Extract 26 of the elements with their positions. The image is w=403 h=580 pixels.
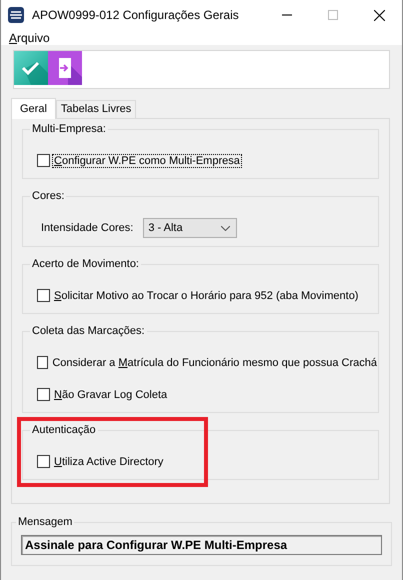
confirm-button[interactable]: [14, 51, 48, 85]
window-title: APOW0999-012 Configurações Gerais: [32, 8, 239, 22]
group-title: Multi-Empresa:: [30, 122, 108, 137]
checkbox-label[interactable]: Não Gravar Log Coleta: [53, 388, 168, 400]
checkbox-label[interactable]: Utiliza Active Directory: [53, 456, 164, 468]
group-title: Autenticação: [30, 423, 98, 438]
checkbox[interactable]: [37, 356, 48, 369]
app-icon: [8, 7, 24, 23]
menu-item[interactable]: Arquivo: [9, 30, 50, 44]
checkbox-label[interactable]: Solicitar Motivo ao Trocar o Horário para 952 (aba Movimento): [53, 290, 360, 302]
dropdown[interactable]: 3 - Alta: [143, 218, 238, 238]
message-field: Assinale para Configurar W.PE Multi-Empresa: [21, 535, 382, 555]
checkbox-label[interactable]: Considerar a Matrícula do Funcionário mesmo que possua Crachá: [51, 356, 378, 368]
tab[interactable]: Tabelas Livres: [56, 100, 136, 118]
checkbox-label[interactable]: Configurar W.PE como Multi-Empresa: [53, 154, 241, 166]
group-title: Mensagem: [16, 515, 74, 530]
checkbox[interactable]: [37, 455, 50, 468]
close-icon[interactable]: [374, 10, 384, 20]
checkbox[interactable]: [37, 388, 50, 401]
checkbox[interactable]: [37, 289, 50, 302]
minimize-icon[interactable]: [282, 14, 292, 16]
checkbox[interactable]: [37, 154, 50, 167]
group-title: Coleta das Marcações:: [30, 324, 146, 339]
exit-button[interactable]: [48, 51, 82, 85]
field-label: Intensidade Cores:: [41, 222, 134, 234]
tab[interactable]: Geral: [11, 98, 56, 119]
